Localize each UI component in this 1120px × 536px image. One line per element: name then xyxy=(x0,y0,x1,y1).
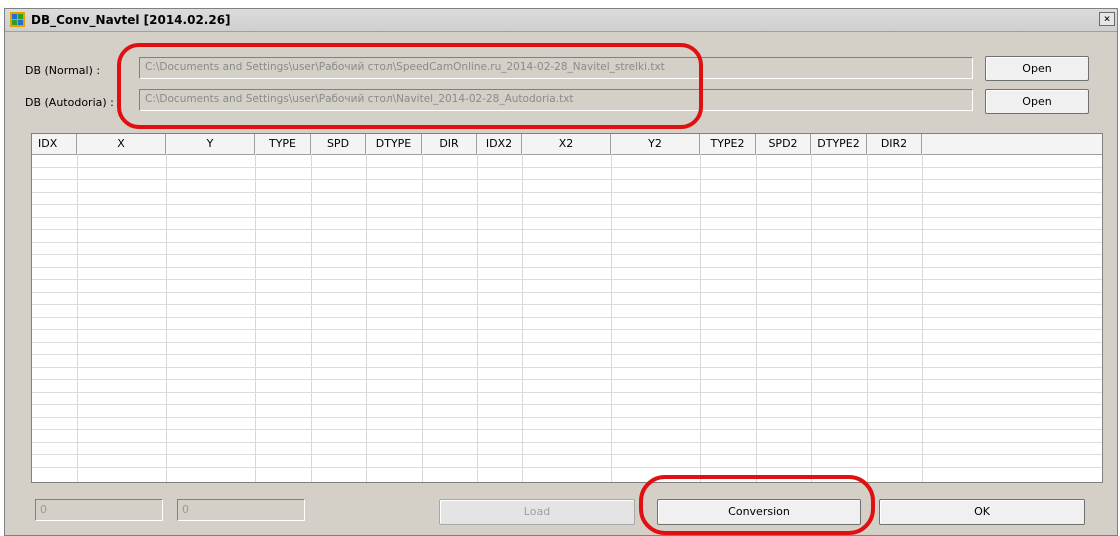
grid-row-line xyxy=(32,192,1102,193)
db-normal-open-button[interactable]: Open xyxy=(985,56,1089,81)
col-header-y[interactable]: Y xyxy=(166,134,255,154)
grid-row-line xyxy=(32,292,1102,293)
grid-body[interactable] xyxy=(32,154,1102,482)
grid-row-line xyxy=(32,354,1102,355)
col-header-spd2[interactable]: SPD2 xyxy=(756,134,811,154)
grid-row-line xyxy=(32,204,1102,205)
col-header-dir2[interactable]: DIR2 xyxy=(867,134,922,154)
grid-header: IDX X Y TYPE SPD DTYPE DIR IDX2 X2 Y2 TY… xyxy=(32,134,1102,155)
grid-row-line xyxy=(32,279,1102,280)
col-header-idx2[interactable]: IDX2 xyxy=(477,134,522,154)
data-grid[interactable]: IDX X Y TYPE SPD DTYPE DIR IDX2 X2 Y2 TY… xyxy=(31,133,1103,483)
col-header-x2[interactable]: X2 xyxy=(522,134,611,154)
grid-row-line xyxy=(32,254,1102,255)
grid-row-line xyxy=(32,404,1102,405)
grid-row-line xyxy=(32,379,1102,380)
col-header-spd[interactable]: SPD xyxy=(311,134,366,154)
annotation-paths-highlight xyxy=(117,43,703,129)
grid-row-line xyxy=(32,442,1102,443)
db-normal-label: DB (Normal) : xyxy=(25,64,101,77)
db-autodoria-label: DB (Autodoria) : xyxy=(25,96,114,109)
grid-row-line xyxy=(32,417,1102,418)
load-button[interactable]: Load xyxy=(439,499,635,525)
col-header-y2[interactable]: Y2 xyxy=(611,134,700,154)
record-count-field-1[interactable]: 0 xyxy=(35,499,163,521)
conversion-button[interactable]: Conversion xyxy=(657,499,861,525)
col-header-dtype2[interactable]: DTYPE2 xyxy=(811,134,867,154)
grid-row-line xyxy=(32,429,1102,430)
record-count-field-2[interactable]: 0 xyxy=(177,499,305,521)
grid-row-line xyxy=(32,367,1102,368)
grid-row-line xyxy=(32,317,1102,318)
window-title: DB_Conv_Navtel [2014.02.26] xyxy=(31,13,231,27)
app-icon xyxy=(10,12,25,27)
col-header-dtype[interactable]: DTYPE xyxy=(366,134,422,154)
grid-row-line xyxy=(32,217,1102,218)
grid-row-line xyxy=(32,229,1102,230)
col-header-type2[interactable]: TYPE2 xyxy=(700,134,756,154)
col-header-x[interactable]: X xyxy=(77,134,166,154)
grid-row-line xyxy=(32,342,1102,343)
ok-button[interactable]: OK xyxy=(879,499,1085,525)
close-button[interactable]: × xyxy=(1099,12,1115,26)
grid-row-line xyxy=(32,167,1102,168)
title-bar[interactable]: DB_Conv_Navtel [2014.02.26] × xyxy=(5,9,1117,32)
db-autodoria-open-button[interactable]: Open xyxy=(985,89,1089,114)
grid-row-line xyxy=(32,267,1102,268)
grid-row-line xyxy=(32,329,1102,330)
grid-row-line xyxy=(32,454,1102,455)
col-header-idx[interactable]: IDX xyxy=(32,134,77,154)
db-autodoria-path-field[interactable]: C:\Documents and Settings\user\Рабочий с… xyxy=(139,89,973,111)
app-window: DB_Conv_Navtel [2014.02.26] × DB (Normal… xyxy=(4,8,1118,536)
col-header-dir[interactable]: DIR xyxy=(422,134,477,154)
grid-row-line xyxy=(32,467,1102,468)
grid-row-line xyxy=(32,179,1102,180)
grid-row-line xyxy=(32,304,1102,305)
grid-row-line xyxy=(32,392,1102,393)
grid-row-line xyxy=(32,242,1102,243)
db-normal-path-field[interactable]: C:\Documents and Settings\user\Рабочий с… xyxy=(139,57,973,79)
col-header-type[interactable]: TYPE xyxy=(255,134,311,154)
